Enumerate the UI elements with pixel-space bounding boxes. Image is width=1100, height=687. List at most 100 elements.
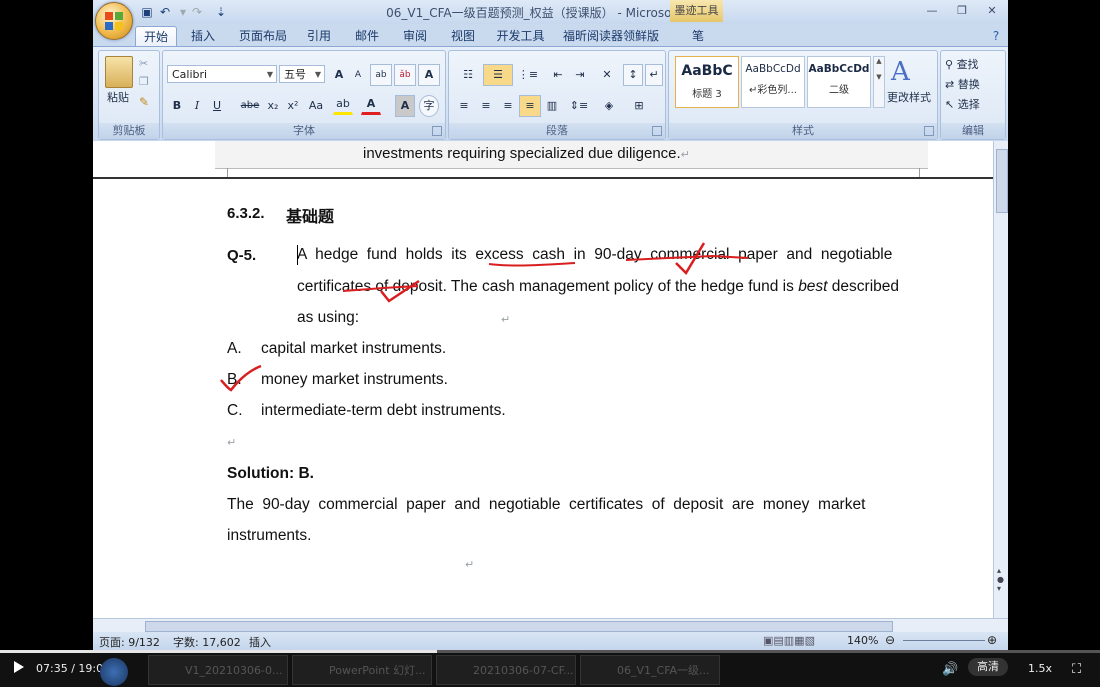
shrink-font-button[interactable]: A — [349, 64, 367, 86]
sort-icon[interactable]: ↕ — [623, 64, 643, 86]
paragraph-group: ☷ ☰ ⋮≡ ⇤ ⇥ ✕ ↕ ↵ ≡ ≡ ≡ ≡ ▥ ⇕≡ ◈ ⊞ 段落 — [448, 50, 666, 140]
tab-view[interactable]: 视图 — [443, 26, 483, 46]
borders-icon[interactable]: ⊞ — [625, 95, 653, 117]
page-count[interactable]: 页面: 9/132 — [99, 634, 160, 650]
paragraph-dialog-launcher[interactable] — [652, 126, 662, 136]
paragraph-mark: ↵ — [680, 149, 690, 161]
underline-button[interactable]: U — [207, 95, 227, 117]
tab-foxit[interactable]: 福昕阅读器领鲜版 — [561, 26, 661, 46]
tab-page-layout[interactable]: 页面布局 — [233, 26, 293, 46]
font-color-button[interactable]: A — [361, 95, 381, 115]
progress-fill — [0, 650, 437, 653]
editing-label: 编辑 — [941, 123, 1005, 139]
bold-button[interactable]: B — [167, 95, 187, 117]
zoom-level[interactable]: 140% — [847, 634, 878, 647]
enclose-char-icon[interactable]: 字 — [419, 95, 439, 117]
document-area[interactable]: investments requiring specialized due di… — [93, 141, 993, 618]
find-icon: ⚲ — [945, 58, 957, 71]
increase-indent-icon[interactable]: ⇥ — [569, 64, 591, 86]
progress-track[interactable] — [0, 650, 1100, 653]
vertical-scrollbar[interactable]: ▴ ● ▾ — [993, 141, 1008, 618]
phonetic-guide-button[interactable]: ab — [370, 64, 392, 86]
office-logo-icon — [105, 12, 123, 30]
bullets-icon[interactable]: ☷ — [453, 64, 483, 86]
cut-icon[interactable]: ✂ — [139, 57, 148, 70]
align-center-icon[interactable]: ≡ — [475, 95, 497, 117]
strikethrough-button[interactable]: abe — [237, 95, 263, 117]
zoom-in-icon[interactable]: ⊕ — [987, 633, 997, 647]
paste-icon[interactable] — [105, 56, 133, 88]
change-styles-icon[interactable]: A — [891, 57, 910, 87]
style-sample: AaBbC — [681, 63, 733, 79]
change-case-button[interactable]: Aa — [303, 95, 329, 117]
tab-home[interactable]: 开始 — [135, 26, 177, 47]
style-heading-3[interactable]: AaBbC 标题 3 — [675, 56, 739, 108]
speed-button[interactable]: 1.5x — [1028, 662, 1052, 675]
zoom-slider[interactable] — [903, 640, 985, 641]
scroll-thumb[interactable] — [996, 149, 1008, 213]
paste-button[interactable]: 粘贴 — [101, 89, 135, 105]
align-right-icon[interactable]: ≡ — [497, 95, 519, 117]
style-name: 二级 — [829, 85, 849, 96]
close-button[interactable]: ✕ — [978, 2, 1006, 20]
tab-pen[interactable]: 笔 — [683, 26, 713, 46]
help-icon[interactable]: ? — [988, 26, 1004, 46]
taskbar-item: PowerPoint 幻灯... — [292, 655, 432, 685]
tab-developer[interactable]: 开发工具 — [493, 26, 548, 46]
font-name-value: Calibri — [172, 68, 208, 81]
title-bar: ▣ ↶ ▾ ↷ ⇣ 06_V1_CFA一级百题预测_权益（授课版） - Micr… — [93, 0, 1008, 24]
format-painter-icon[interactable]: ✎ — [139, 95, 149, 109]
styles-dialog-launcher[interactable] — [924, 126, 934, 136]
italic-button[interactable]: I — [187, 95, 207, 117]
horizontal-scrollbar[interactable] — [93, 618, 1008, 633]
numbering-icon[interactable]: ☰ — [483, 64, 513, 86]
align-left-icon[interactable]: ≡ — [453, 95, 475, 117]
font-dialog-launcher[interactable] — [432, 126, 442, 136]
view-buttons[interactable]: ▣▤▥▦▧ — [763, 634, 815, 647]
clear-format-button[interactable]: ǎb — [394, 64, 416, 86]
highlight-icon[interactable]: ab — [333, 95, 353, 115]
style-name: ↵彩色列... — [749, 85, 797, 96]
tab-references[interactable]: 引用 — [299, 26, 339, 46]
change-styles-button[interactable]: 更改样式 — [883, 89, 935, 105]
tab-mailings[interactable]: 邮件 — [347, 26, 387, 46]
zoom-out-icon[interactable]: ⊖ — [885, 633, 895, 647]
multilevel-list-icon[interactable]: ⋮≡ — [513, 64, 543, 86]
minimize-button[interactable]: — — [918, 2, 946, 20]
line-spacing-icon[interactable]: ⇕≡ — [565, 95, 593, 117]
font-size-combo[interactable]: 五号 ▼ — [279, 65, 325, 83]
copy-icon[interactable]: ❐ — [139, 75, 149, 88]
volume-icon[interactable]: 🔊 — [942, 662, 958, 677]
insert-mode[interactable]: 插入 — [249, 634, 271, 650]
replace-button[interactable]: ⇄ 替换 — [945, 76, 980, 92]
word-count[interactable]: 字数: 17,602 — [173, 634, 241, 650]
tab-insert[interactable]: 插入 — [183, 26, 223, 46]
maximize-button[interactable]: ❐ — [948, 2, 976, 20]
font-size-value: 五号 — [284, 68, 306, 81]
style-level-2[interactable]: AaBbCcDd 二级 — [807, 56, 871, 108]
quality-button[interactable]: 高清 — [968, 658, 1008, 676]
decrease-indent-icon[interactable]: ⇤ — [547, 64, 569, 86]
superscript-button[interactable]: x² — [283, 95, 303, 117]
grow-font-button[interactable]: A — [329, 64, 349, 86]
distribute-icon[interactable]: ▥ — [541, 95, 563, 117]
browse-object-icon[interactable]: ▴ ● ▾ — [997, 566, 1004, 593]
char-border-button[interactable]: A — [418, 64, 440, 86]
fullscreen-icon[interactable]: ⛶ — [1072, 662, 1081, 677]
play-icon[interactable] — [14, 661, 24, 673]
hscroll-thumb[interactable] — [145, 621, 893, 632]
find-button[interactable]: ⚲ 查找 — [945, 56, 979, 72]
style-color-list[interactable]: AaBbCcDd ↵彩色列... — [741, 56, 805, 108]
show-marks-icon[interactable]: ↵ — [645, 64, 663, 86]
tab-review[interactable]: 审阅 — [395, 26, 435, 46]
chinese-layout-icon[interactable]: ✕ — [593, 64, 621, 86]
subscript-button[interactable]: x₂ — [263, 95, 283, 117]
shading-icon[interactable]: ◈ — [595, 95, 623, 117]
text-cursor — [297, 245, 298, 265]
font-name-combo[interactable]: Calibri ▼ — [167, 65, 277, 83]
char-shading-button[interactable]: A — [395, 95, 415, 117]
justify-icon[interactable]: ≡ — [519, 95, 541, 117]
office-button[interactable] — [95, 2, 133, 40]
select-button[interactable]: ↖ 选择 — [945, 96, 980, 112]
style-sample: AaBbCcDd — [808, 63, 870, 75]
